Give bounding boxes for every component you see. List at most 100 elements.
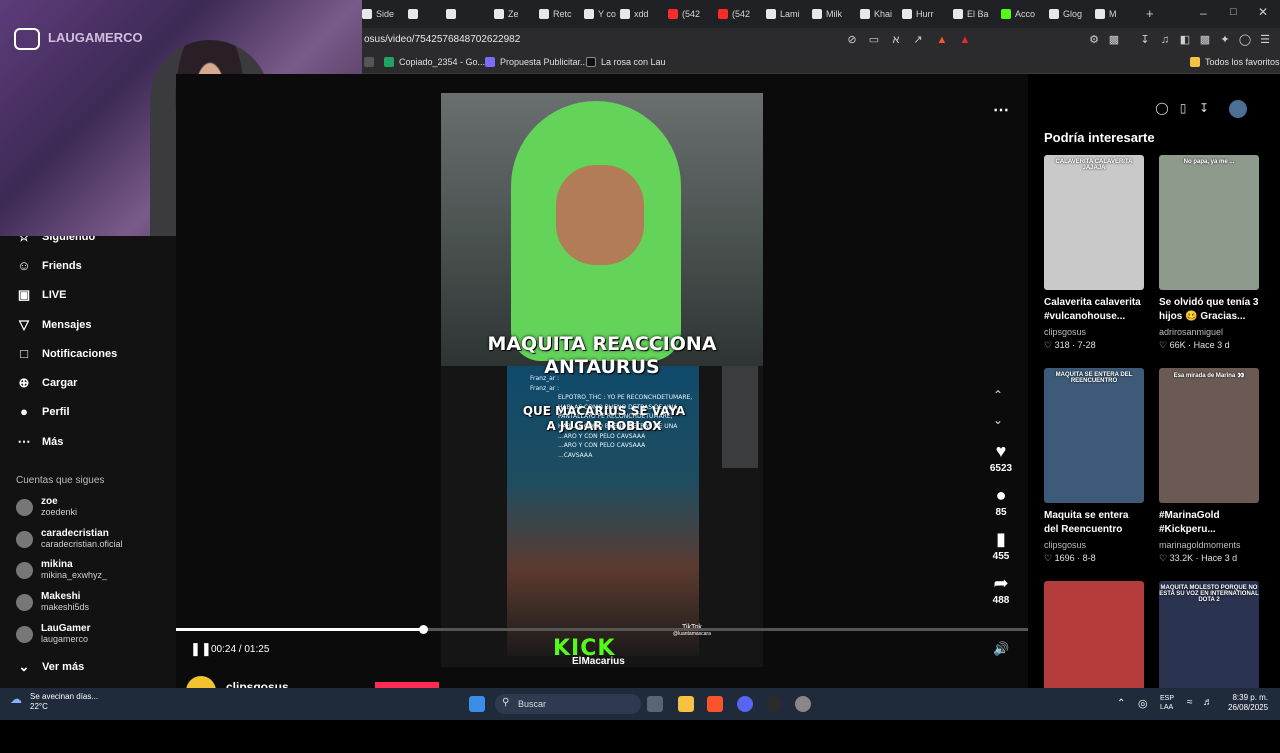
tray-chevron-icon[interactable]: ⌃	[1117, 698, 1125, 709]
wifi-icon[interactable]: ≈	[1187, 697, 1193, 708]
video-thumbnail[interactable]: Esa mirada de Marina 👀	[1159, 368, 1259, 503]
share-button[interactable]: ➦ 488	[984, 573, 1018, 606]
user-avatar[interactable]	[1229, 100, 1247, 118]
speaker-icon[interactable]: ♬	[1203, 697, 1213, 708]
bookmark-item[interactable]: La rosa con Lau	[586, 57, 666, 67]
menu-icon[interactable]: ☰	[1258, 33, 1272, 47]
progress-handle[interactable]	[419, 625, 429, 634]
task-view-icon[interactable]	[647, 696, 663, 712]
volume-icon[interactable]: 🔊	[993, 641, 1009, 657]
bookmark-item[interactable]: Copiado_2354 - Go...	[384, 57, 485, 67]
card-author[interactable]: clipsgosus	[1044, 327, 1144, 337]
obs-icon[interactable]	[766, 696, 782, 712]
card-caption[interactable]: Calaverita calaverita #vulcanohouse...	[1044, 296, 1144, 324]
video-thumbnail[interactable]: CALAVERITA CALAVERITA JAJAJA	[1044, 155, 1144, 290]
language-indicator[interactable]: ESP LAA	[1160, 694, 1174, 712]
save-button[interactable]: ▮ 455	[984, 529, 1018, 562]
extensions-icon[interactable]: ⚙	[1087, 33, 1101, 47]
sidebar-item-ms[interactable]: ⋯ Más	[16, 434, 64, 450]
windows-start-icon[interactable]	[469, 696, 485, 712]
tab-0[interactable]: Side	[362, 4, 394, 24]
tab-2[interactable]	[446, 4, 460, 24]
tab-5[interactable]: Y co	[584, 4, 616, 24]
next-video-icon[interactable]: ⌄	[993, 413, 1003, 427]
sidebar-item-mensajes[interactable]: ▽ Mensajes	[16, 317, 92, 333]
wallet2-icon[interactable]: ▩	[1198, 33, 1212, 47]
autoscroll-icon[interactable]: ◯	[1154, 101, 1170, 117]
maximize-button[interactable]: □	[1230, 6, 1237, 18]
more-options-icon[interactable]: ⋯	[993, 100, 1009, 120]
tab-15[interactable]: Glog	[1049, 4, 1082, 24]
sidebar-toggle-icon[interactable]: ◧	[1178, 33, 1192, 47]
media-icon[interactable]: ♫	[1158, 33, 1172, 47]
brave-rewards-icon[interactable]: ▲	[958, 33, 972, 47]
card-author[interactable]: clipsgosus	[1044, 540, 1144, 550]
recommended-video-card[interactable]: MAQUITA SE ENTERA DEL REENCUENTRO Maquita…	[1044, 368, 1144, 564]
card-caption[interactable]: #MarinaGold #Kickperu...	[1159, 509, 1259, 537]
sidebar-item-cargar[interactable]: ⊕ Cargar	[16, 375, 78, 391]
recommended-video-card[interactable]	[1044, 581, 1144, 753]
tab-9[interactable]: Lami	[766, 4, 800, 24]
brave-shield-icon[interactable]: ▲	[935, 33, 949, 47]
recommended-video-card[interactable]: Esa mirada de Marina 👀 #MarinaGold #Kickp…	[1159, 368, 1259, 564]
share-page-icon[interactable]: ↗	[911, 33, 925, 47]
vpn-shield-icon[interactable]: ◯	[1238, 33, 1252, 47]
file-explorer-icon[interactable]	[678, 696, 694, 712]
sidebar-item-live[interactable]: ▣ LIVE	[16, 287, 67, 303]
see-more-button[interactable]: ⌄ Ver más	[16, 659, 85, 675]
discord-icon[interactable]	[737, 696, 753, 712]
tab-16[interactable]: M	[1095, 4, 1117, 24]
card-author[interactable]: adrirosanmiguel	[1159, 327, 1259, 337]
followed-account[interactable]: LauGamer laugamerco	[16, 623, 90, 645]
minimize-button[interactable]: –	[1200, 6, 1207, 20]
leo-ai-icon[interactable]: ✦	[1218, 33, 1232, 47]
recommended-video-card[interactable]: No papa, ya me ... Se olvidó que tenía 3 …	[1159, 155, 1259, 351]
recommended-video-card[interactable]: MAQUITA MOLESTO PORQUE NO ESTA SU VOZ EN…	[1159, 581, 1259, 753]
card-author[interactable]: marinagoldmoments	[1159, 540, 1259, 550]
close-window-button[interactable]: ✕	[1258, 5, 1268, 19]
cast-icon[interactable]: ▭	[867, 33, 881, 47]
followed-account[interactable]: zoe zoedenki	[16, 496, 77, 518]
tab-13[interactable]: El Ba	[953, 4, 989, 24]
card-caption[interactable]	[1044, 722, 1144, 750]
wallet-icon[interactable]: ▩	[1107, 33, 1121, 47]
tab-3[interactable]: Ze	[494, 4, 519, 24]
card-caption[interactable]: Maquita se entera del Reencuentro de...	[1044, 509, 1144, 537]
tab-6[interactable]: xdd	[620, 4, 649, 24]
video-frame[interactable]	[441, 93, 763, 667]
tab-8[interactable]: (542	[718, 4, 750, 24]
comment-button[interactable]: ● 85	[984, 485, 1018, 518]
all-bookmarks[interactable]: Todos los favoritos	[1190, 57, 1280, 67]
bookmark-item[interactable]: Propuesta Publicitar...	[485, 57, 588, 67]
no-tracking-icon[interactable]: ⊘	[845, 33, 859, 47]
tab-10[interactable]: Milk	[812, 4, 842, 24]
video-thumbnail[interactable]: MAQUITA SE ENTERA DEL REENCUENTRO	[1044, 368, 1144, 503]
sidebar-item-perfil[interactable]: ● Perfil	[16, 404, 69, 419]
taskbar-search[interactable]	[495, 694, 641, 714]
like-button[interactable]: ♥ 6523	[984, 441, 1018, 474]
mic-icon[interactable]: ◎	[1138, 697, 1148, 710]
tab-11[interactable]: Khai	[860, 4, 892, 24]
tab-12[interactable]: Hurr	[902, 4, 934, 24]
translate-icon[interactable]: א	[889, 33, 903, 47]
tab-4[interactable]: Retc	[539, 4, 572, 24]
video-thumbnail[interactable]: No papa, ya me ...	[1159, 155, 1259, 290]
card-caption[interactable]	[1159, 722, 1259, 750]
recommended-video-card[interactable]: CALAVERITA CALAVERITA JAJAJA Calaverita c…	[1044, 155, 1144, 351]
prev-video-icon[interactable]: ⌃	[993, 388, 1003, 402]
sidebar-item-friends[interactable]: ☺ Friends	[16, 258, 81, 273]
followed-account[interactable]: caradecristian caradecristian.oficial	[16, 528, 123, 550]
bookmark-apps[interactable]	[364, 57, 374, 67]
card-caption[interactable]: Se olvidó que tenía 3 hijos 🥴 Gracias...	[1159, 296, 1259, 324]
app-icon[interactable]	[795, 696, 811, 712]
tab-14[interactable]: Acco	[1001, 4, 1035, 24]
brave-icon[interactable]	[707, 696, 723, 712]
sidebar-item-notificaciones[interactable]: □ Notificaciones	[16, 346, 117, 361]
url-field[interactable]: osus/video/7542576848702622982	[364, 34, 520, 45]
download-icon[interactable]: ↧	[1138, 33, 1152, 47]
followed-account[interactable]: mikina mikina_exwhyz_	[16, 559, 107, 581]
tab-1[interactable]	[408, 4, 422, 24]
taskbar-clock[interactable]: 8:39 p. m. 26/08/2025	[1228, 693, 1268, 713]
tab-7[interactable]: (542	[668, 4, 700, 24]
download-video-icon[interactable]: ↧	[1196, 101, 1212, 117]
